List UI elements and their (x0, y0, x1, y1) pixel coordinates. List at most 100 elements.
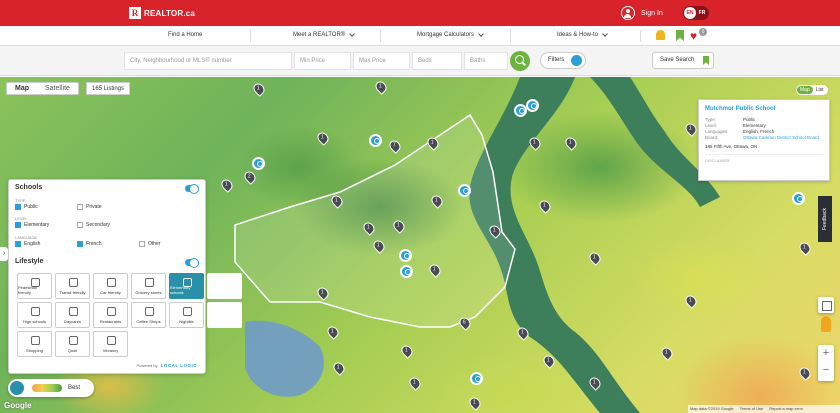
feedback-tab[interactable]: Feedback (818, 196, 832, 242)
map-list-toggle[interactable]: Map List (796, 85, 828, 95)
max-price-select[interactable]: Max Price (353, 52, 410, 70)
nav-ideas-howto[interactable]: Ideas & How-to (557, 31, 608, 38)
tile-restaurants[interactable]: Restaurants (93, 302, 128, 328)
map-type-tabs: Map Satellite (6, 82, 79, 95)
terms-link[interactable]: Terms of Use (740, 405, 764, 413)
tile-high-schools[interactable]: High schools (17, 302, 52, 328)
location-search-input[interactable]: City, Neighbourhood or MLS® number (124, 52, 292, 70)
lang-fr[interactable]: FR (696, 7, 708, 19)
shopping-icon (31, 336, 40, 345)
filters-button[interactable]: Filters (540, 52, 586, 69)
lang-en[interactable]: EN (684, 7, 696, 19)
school-pin[interactable] (399, 249, 412, 262)
schools-toggle[interactable] (185, 184, 199, 194)
beds-select[interactable]: Beds (412, 52, 462, 70)
english-checkbox[interactable]: English (15, 241, 40, 247)
sign-in-label: Sign In (641, 9, 663, 17)
nav-divider (640, 30, 641, 42)
powered-by: Powered by LOCAL LOGIC (136, 363, 197, 368)
tile-quiet[interactable]: Quiet (55, 331, 90, 357)
favourites-heart-icon[interactable]: ♥ (690, 30, 697, 42)
lifestyle-grid: Pedestrian friendly Transit friendly Car… (17, 273, 242, 357)
private-checkbox[interactable]: Private (77, 204, 102, 210)
school-pin[interactable] (369, 134, 382, 147)
type-label: Type (15, 198, 26, 203)
chevron-down-icon (602, 31, 608, 37)
high-school-icon (31, 307, 40, 316)
chevron-down-icon (478, 31, 484, 37)
tile-car-friendly[interactable]: Car friendly (93, 273, 128, 299)
school-pin[interactable] (470, 372, 483, 385)
tile-shopping[interactable]: Shopping (17, 331, 52, 357)
school-board-link[interactable]: Ottawa-Carleton District School Board (743, 135, 819, 141)
logo[interactable]: R REALTOR.ca (129, 7, 195, 19)
save-search-button[interactable]: Save Search (652, 52, 714, 69)
bookmark-icon (703, 56, 709, 65)
heatmap-scale (32, 384, 62, 392)
tile-spacer (207, 302, 242, 328)
language-toggle[interactable]: EN FR (683, 6, 709, 20)
tile-grocery-stores[interactable]: Grocery stores (131, 273, 166, 299)
school-name[interactable]: Mutchmor Public School (705, 106, 823, 112)
view-list[interactable]: List (813, 86, 827, 94)
tile-spacer (207, 273, 242, 299)
public-checkbox[interactable]: Public (15, 204, 38, 210)
transit-icon (69, 278, 78, 287)
school-info-card: Mutchmor Public School Type: Public Level… (698, 99, 830, 181)
school-pin[interactable] (458, 184, 471, 197)
layers-icon[interactable] (10, 381, 24, 395)
min-price-select[interactable]: Min Price (294, 52, 351, 70)
nav-meet-realtor[interactable]: Meet a REALTOR® (293, 31, 356, 38)
lifestyle-heading: Lifestyle (15, 258, 44, 265)
fullscreen-icon[interactable] (818, 297, 834, 313)
tile-daycares[interactable]: Daycares (55, 302, 90, 328)
baths-select[interactable]: Baths (464, 52, 508, 70)
grocery-icon (145, 278, 154, 287)
zoom-out-button[interactable]: − (818, 362, 834, 379)
nav-mortgage-calculators[interactable]: Mortgage Calculators (417, 31, 484, 38)
view-map[interactable]: Map (797, 86, 813, 94)
nightlife-icon (183, 307, 192, 316)
school-pin[interactable] (252, 157, 265, 170)
report-error-link[interactable]: Report a map error (769, 405, 803, 413)
nav-divider (510, 30, 511, 42)
chevron-down-icon (349, 31, 356, 37)
nav-divider (380, 30, 381, 42)
zoom-in-button[interactable]: + (818, 345, 834, 362)
nav-divider (250, 30, 251, 42)
elementary-checkbox[interactable]: Elementary (15, 222, 49, 228)
school-pin[interactable] (526, 99, 539, 112)
logo-mark: R (129, 7, 141, 19)
lifestyle-toggle[interactable] (185, 258, 199, 268)
level-label: Level (15, 216, 28, 221)
local-logic-logo[interactable]: LOCAL LOGIC (161, 363, 197, 368)
search-submit-button[interactable] (510, 51, 530, 71)
school-board-row: Board: Ottawa-Carleton District School Bo… (705, 135, 820, 141)
coffee-icon (145, 307, 154, 316)
nav-find-home[interactable]: Find a Home (168, 32, 202, 38)
tab-satellite[interactable]: Satellite (37, 83, 78, 94)
secondary-checkbox[interactable]: Secondary (77, 222, 110, 228)
tile-nightlife[interactable]: Nightlife (169, 302, 204, 328)
french-checkbox[interactable]: French (77, 241, 102, 247)
collapse-panel-chevron-icon[interactable]: › (0, 247, 8, 261)
other-checkbox[interactable]: Other (139, 241, 161, 247)
tile-vibrancy[interactable]: Vibrancy (93, 331, 128, 357)
school-pin[interactable] (400, 265, 413, 278)
tile-transit-friendly[interactable]: Transit friendly (55, 273, 90, 299)
street-view-pegman-icon[interactable] (821, 316, 831, 332)
legend-best-label: Best (68, 385, 81, 391)
dows-lake (245, 320, 324, 397)
sign-in-button[interactable]: Sign In (621, 6, 663, 20)
google-logo: Google (4, 401, 32, 410)
school-pin[interactable] (792, 192, 805, 205)
tile-elementary-schools[interactable]: Elementary schools (169, 273, 204, 299)
disclaimer-link[interactable]: DISCLAIMER (705, 158, 823, 163)
pedestrian-icon (31, 278, 40, 287)
tile-coffee-shops[interactable]: Coffee Shops (131, 302, 166, 328)
school-address: 185 Fifth Ave, Ottawa, ON (705, 144, 758, 149)
tab-map[interactable]: Map (7, 83, 37, 94)
notification-bell-icon[interactable] (656, 30, 665, 40)
tile-pedestrian-friendly[interactable]: Pedestrian friendly (17, 273, 52, 299)
quiet-icon (69, 336, 78, 345)
